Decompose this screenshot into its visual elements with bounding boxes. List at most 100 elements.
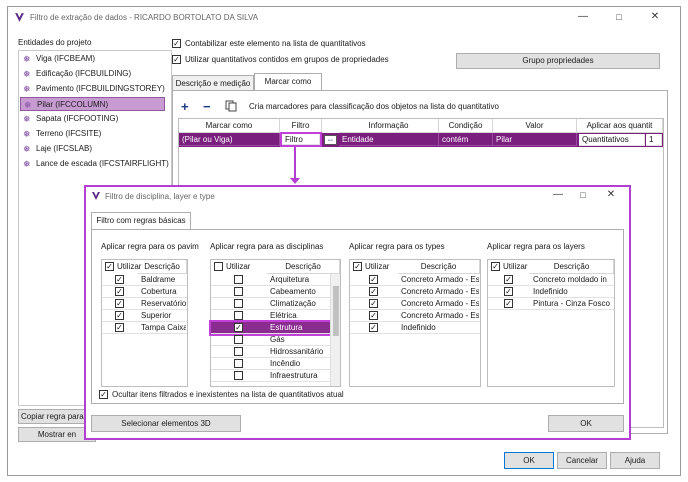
rule-row[interactable]: ✓ Estrutura (209, 320, 332, 336)
rule-checkbox[interactable]: ✓ (115, 275, 124, 284)
maximize-icon[interactable]: □ (612, 11, 626, 23)
select-all-checkbox[interactable]: ✓ (353, 262, 362, 271)
rule-description: Superior (141, 311, 172, 320)
rule-row[interactable]: ✓ Tampa Caixa (102, 322, 187, 334)
cancel-button[interactable]: Cancelar (557, 452, 607, 469)
group-checkbox[interactable]: ✓ (172, 55, 181, 64)
rule-checkbox[interactable] (234, 287, 243, 296)
entity-item[interactable]: ❅ Viga (IFCBEAM) (20, 52, 171, 66)
rule-row[interactable]: Hidrossanitário (211, 346, 330, 358)
rule-checkbox[interactable]: ✓ (504, 287, 513, 296)
hide-filtered-checkbox[interactable]: ✓ (99, 390, 108, 399)
mark-cell[interactable]: (Pilar ou Viga) (179, 133, 280, 146)
rule-row[interactable]: ✓ Superior (102, 310, 187, 322)
close-icon[interactable]: ✕ (604, 189, 618, 201)
dialog-ok-button[interactable]: OK (548, 415, 624, 432)
maximize-icon[interactable]: □ (576, 189, 590, 201)
rule-checkbox[interactable] (234, 275, 243, 284)
rule-grid[interactable]: ✓ Utilizar Descrição ✓ Concreto Armado - Est… (349, 259, 481, 387)
rule-checkbox[interactable]: ✓ (369, 275, 378, 284)
info-cell[interactable]: Entidade (339, 133, 439, 146)
value-cell[interactable]: Pilar (493, 133, 577, 146)
scrollbar-thumb[interactable] (333, 286, 339, 336)
rule-checkbox[interactable]: ✓ (115, 323, 124, 332)
tab-description[interactable]: Descrição e medição (172, 75, 254, 91)
rule-row[interactable]: Gás (211, 334, 330, 346)
entity-item[interactable]: ❅ Laje (IFCSLAB) (20, 142, 171, 156)
rule-description: Arquitetura (270, 275, 310, 284)
rule-checkbox[interactable]: ✓ (234, 323, 243, 332)
rule-row[interactable]: Cabeamento (211, 286, 330, 298)
group-label: Utilizar quantitativos contidos em grupo… (185, 55, 389, 64)
rule-row[interactable]: ✓ Baldrame (102, 274, 187, 286)
rule-checkbox[interactable]: ✓ (504, 299, 513, 308)
rule-row[interactable]: ✓ Concreto Armado - Est (350, 274, 480, 286)
add-icon[interactable]: + (181, 99, 189, 114)
rule-checkbox[interactable] (234, 335, 243, 344)
rule-row[interactable]: ✓ Reservatório (102, 298, 187, 310)
rule-row[interactable]: ✓ Concreto Armado - Est (350, 286, 480, 298)
rule-checkbox[interactable]: ✓ (369, 311, 378, 320)
rule-checkbox[interactable]: ✓ (369, 299, 378, 308)
rule-row[interactable]: Elétrica (211, 310, 330, 322)
filter-cell[interactable]: Filtro (280, 132, 322, 147)
app-logo-icon (15, 13, 24, 22)
select-all-checkbox[interactable]: ✓ (491, 262, 500, 271)
tab-basic-rules[interactable]: Filtro com regras básicas (91, 212, 191, 230)
rule-row[interactable]: ✓ Indefinido (350, 322, 480, 334)
entity-item-selected[interactable]: ❅ Pilar (IFCCOLUMN) (20, 97, 165, 111)
help-button[interactable]: Ajuda (610, 452, 660, 469)
remove-icon[interactable]: − (203, 99, 211, 114)
filter-edit-icon[interactable]: ⇔ (324, 135, 337, 145)
rule-row[interactable]: ✓ Concreto moldado in (488, 274, 614, 286)
rule-checkbox[interactable]: ✓ (369, 323, 378, 332)
rule-checkbox[interactable]: ✓ (504, 275, 513, 284)
ok-button[interactable]: OK (504, 452, 554, 469)
rule-row[interactable]: ✓ Pintura - Cinza Fosco (488, 298, 614, 310)
select-all-checkbox[interactable]: ✓ (105, 262, 114, 271)
rule-grid[interactable]: ✓ Utilizar Descrição ✓ Baldrame ✓ Cobertura ✓ Re… (101, 259, 188, 387)
rule-row[interactable]: ✓ Concreto Armado - Est (350, 298, 480, 310)
entity-item[interactable]: ❅ Terreno (IFCSITE) (20, 127, 171, 141)
entity-item[interactable]: ❅ Sapata (IFCFOOTING) (20, 112, 171, 126)
rule-checkbox[interactable] (234, 371, 243, 380)
entities-label: Entidades do projeto (18, 38, 92, 47)
copy-icon[interactable] (225, 100, 237, 112)
rule-grid[interactable]: ✓ Utilizar Descrição ✓ Concreto moldado in ✓ I… (487, 259, 615, 387)
entity-item[interactable]: ❅ Lance de escada (IFCSTAIRFLIGHT) (20, 157, 171, 171)
condition-cell[interactable]: contém (439, 133, 493, 146)
tab-mark-as[interactable]: Marcar como (254, 73, 322, 91)
rule-row[interactable]: ✓ Concreto Armado - Est (350, 310, 480, 322)
table-row[interactable]: (Pilar ou Viga) Filtro ⇔ Entidade contém… (179, 132, 663, 147)
rule-checkbox[interactable]: ✓ (115, 299, 124, 308)
hide-filtered-label: Ocultar itens filtrados e inexistentes n… (112, 390, 344, 399)
rule-row[interactable]: ✓ Indefinido (488, 286, 614, 298)
entity-item[interactable]: ❅ Pavimento (IFCBUILDINGSTOREY) (20, 82, 171, 96)
scrollbar[interactable] (330, 274, 340, 386)
rule-checkbox[interactable]: ✓ (369, 287, 378, 296)
rule-checkbox[interactable] (234, 347, 243, 356)
rule-row[interactable]: Arquitetura (211, 274, 330, 286)
rule-row[interactable]: Incêndio (211, 358, 330, 370)
rule-checkbox[interactable]: ✓ (115, 287, 124, 296)
close-icon[interactable]: ✕ (648, 11, 662, 23)
rule-checkbox[interactable] (234, 311, 243, 320)
minimize-icon[interactable]: — (551, 189, 565, 201)
select-3d-button[interactable]: Selecionar elementos 3D (91, 415, 241, 432)
rule-row[interactable]: Climatização (211, 298, 330, 310)
group-properties-button[interactable]: Grupo propriedades (456, 53, 660, 69)
rule-checkbox[interactable] (234, 359, 243, 368)
minimize-icon[interactable]: — (576, 11, 590, 23)
rule-checkbox[interactable] (234, 299, 243, 308)
rule-description: Reservatório (141, 299, 186, 308)
filter-dialog: Filtro de disciplina, layer e type — □ ✕… (84, 185, 631, 440)
entity-item[interactable]: ❅ Edificação (IFCBUILDING) (20, 67, 171, 81)
select-all-checkbox[interactable] (214, 262, 223, 271)
rule-row[interactable]: ✓ Cobertura (102, 286, 187, 298)
rule-row[interactable]: Infraestrutura (211, 370, 330, 382)
rule-grid[interactable]: Utilizar Descrição Arquitetura Cabeamento Cl… (209, 259, 341, 387)
column-header: Valor (493, 119, 577, 133)
apply-cell[interactable]: Quantitativos (579, 134, 645, 146)
rule-checkbox[interactable]: ✓ (115, 311, 124, 320)
count-checkbox[interactable]: ✓ (172, 39, 181, 48)
